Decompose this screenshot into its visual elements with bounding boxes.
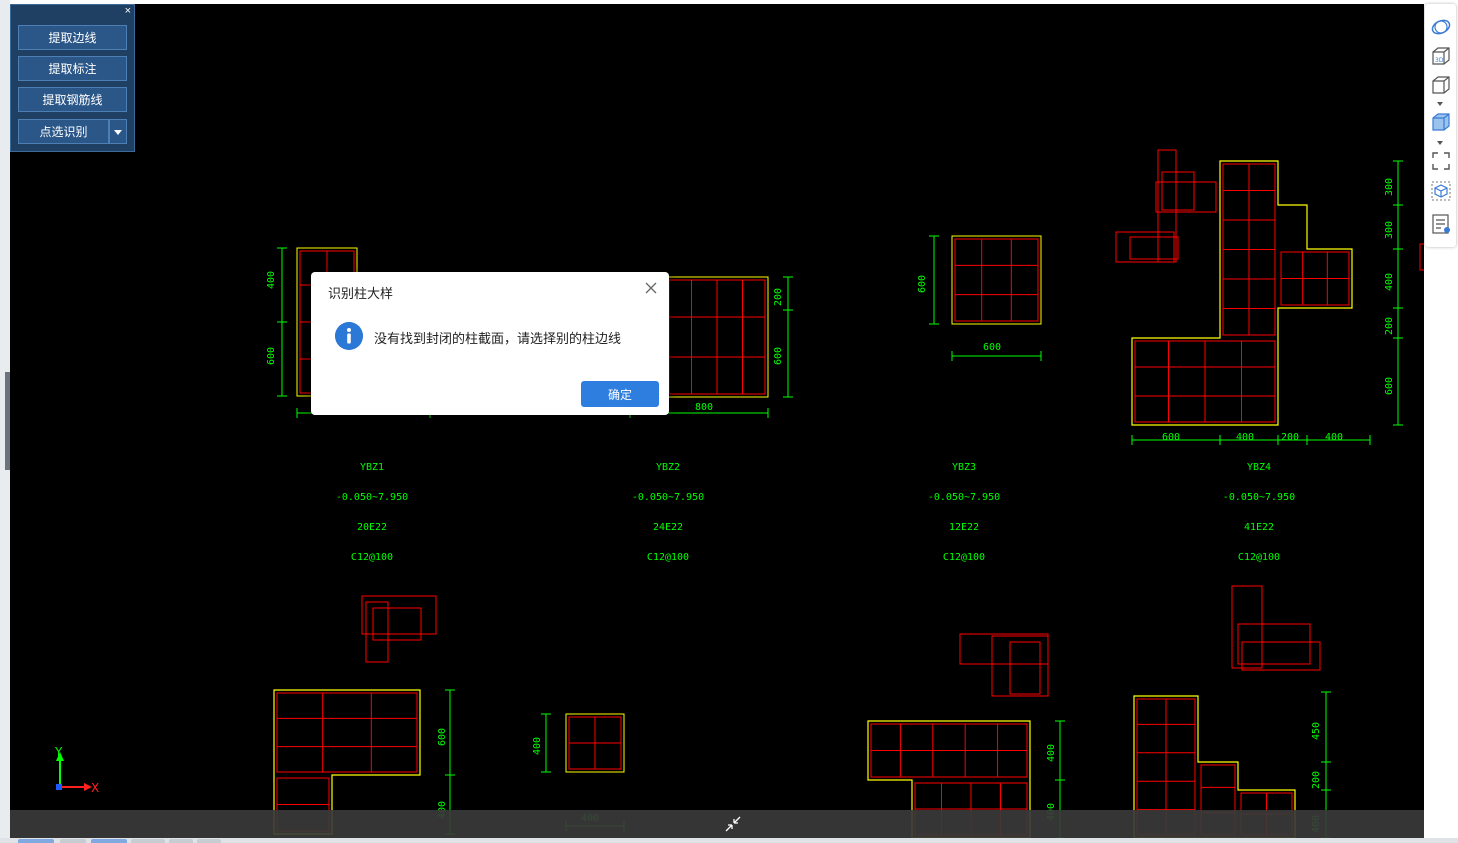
- view-cube-filled-icon[interactable]: [1430, 111, 1452, 133]
- layer-list-icon[interactable]: [1430, 213, 1452, 235]
- dimension-text: 400: [1384, 273, 1395, 291]
- cad-drawing-canvas[interactable]: YBZ1 -0.050~7.950 20E22 C12@100 YBZ2 -0.…: [10, 4, 1424, 838]
- extract-annotations-button[interactable]: 提取标注: [18, 56, 127, 81]
- view-3d-icon[interactable]: 3D: [1430, 45, 1452, 67]
- ok-button[interactable]: 确定: [581, 381, 659, 407]
- dimension-text: 200: [1384, 317, 1395, 335]
- dimension-text: 600: [266, 347, 277, 365]
- dimension-text: 400: [1325, 432, 1343, 443]
- column-elevation-label: -0.050~7.950: [632, 492, 704, 503]
- canvas-bottom-bar: [10, 810, 1424, 838]
- lower1-detail: [372, 607, 422, 641]
- dimension-text: 600: [1162, 432, 1180, 443]
- view-toolbar: 3D: [1425, 4, 1456, 247]
- cad-drawing: YBZ1 -0.050~7.950 20E22 C12@100 YBZ2 -0.…: [54, 149, 1424, 838]
- dropdown-arrow-icon[interactable]: [109, 119, 127, 144]
- panel-close-button[interactable]: ×: [125, 5, 131, 17]
- pick-recognize-button[interactable]: 点选识别: [18, 119, 109, 144]
- column-stirrup-label: C12@100: [351, 552, 393, 563]
- column-name-label: YBZ1: [360, 462, 384, 473]
- svg-text:3D: 3D: [1435, 57, 1444, 64]
- pick-recognize-split-button: 点选识别: [18, 119, 127, 144]
- orbit-icon[interactable]: [1430, 16, 1452, 38]
- column-rebar-label: 20E22: [357, 522, 387, 533]
- recognition-tool-panel: × 提取边线 提取标注 提取钢筋线 点选识别: [10, 4, 135, 152]
- close-icon[interactable]: [643, 280, 659, 296]
- dimension-text: 200: [773, 288, 784, 306]
- fit-screen-icon[interactable]: [1430, 150, 1452, 172]
- column-elevation-label: -0.050~7.950: [336, 492, 408, 503]
- column-rebar-label: 41E22: [1244, 522, 1274, 533]
- info-icon: [335, 322, 363, 350]
- lower4-detail: [1237, 623, 1311, 665]
- ybz3-outline: [951, 235, 1042, 325]
- dimension-text: 600: [1384, 377, 1395, 395]
- dimension-text: 200: [1311, 771, 1322, 789]
- lower4-detail: [1231, 585, 1263, 669]
- column-name-label: YBZ3: [952, 462, 976, 473]
- detail-stirrup: [1155, 181, 1217, 213]
- dimension-text: 600: [917, 275, 928, 293]
- dimension-text: 600: [983, 342, 1001, 353]
- collapse-view-icon[interactable]: [724, 815, 742, 833]
- dialog-title: 识别柱大样: [328, 286, 394, 301]
- x-axis-label: X: [91, 781, 99, 795]
- dimension-text: 300: [1384, 178, 1395, 196]
- dimension-text: 800: [695, 402, 713, 413]
- column-name-label: YBZ2: [656, 462, 680, 473]
- status-line: [0, 838, 1458, 843]
- y-axis-label: Y: [54, 745, 63, 759]
- column-rebar-label: 12E22: [949, 522, 979, 533]
- dimension-text: 400: [1236, 432, 1254, 443]
- view-box-icon[interactable]: [1430, 180, 1452, 202]
- lower1-stirrup: [276, 692, 418, 773]
- dimension-text: 200: [1281, 432, 1299, 443]
- column-stirrup-label: C12@100: [647, 552, 689, 563]
- lower4-detail: [1241, 641, 1321, 671]
- ybz3-stirrup: [954, 238, 1039, 322]
- caret-down-icon[interactable]: [1437, 102, 1443, 106]
- dialog-message: 没有找到封闭的柱截面，请选择别的柱边线: [374, 331, 622, 346]
- lower3-detail: [959, 633, 1049, 665]
- dimension-text: 400: [266, 271, 277, 289]
- lower3-detail: [1009, 641, 1041, 695]
- column-elevation-label: -0.050~7.950: [1223, 492, 1295, 503]
- detail-stirrup: [1129, 236, 1179, 260]
- column-name-label: YBZ4: [1247, 462, 1271, 473]
- caret-down-icon[interactable]: [1437, 141, 1443, 145]
- view-cube-outline-icon[interactable]: [1430, 74, 1452, 96]
- column-elevation-label: -0.050~7.950: [928, 492, 1000, 503]
- extract-rebar-lines-button[interactable]: 提取钢筋线: [18, 87, 127, 112]
- dimension-text: 300: [1384, 221, 1395, 239]
- lower1-detail: [365, 601, 389, 663]
- recognize-column-detail-dialog: 识别柱大样 没有找到封闭的柱截面，请选择别的柱边线 确定: [311, 272, 669, 415]
- dimension-text: 600: [773, 347, 784, 365]
- column-rebar-label: 24E22: [653, 522, 683, 533]
- dimension-text: 400: [1046, 744, 1057, 762]
- detail-stirrup: [1161, 171, 1195, 211]
- dimension-text: 400: [532, 737, 543, 755]
- detail-stirrup: [1419, 243, 1424, 271]
- detail-stirrup: [1157, 149, 1177, 263]
- column-stirrup-label: C12@100: [1238, 552, 1280, 563]
- extract-edge-lines-button[interactable]: 提取边线: [18, 25, 127, 50]
- column-stirrup-label: C12@100: [943, 552, 985, 563]
- ucs-axis-icon: Y X: [54, 745, 99, 795]
- dimension-text: 450: [1311, 722, 1322, 740]
- dimension-text: 600: [437, 728, 448, 746]
